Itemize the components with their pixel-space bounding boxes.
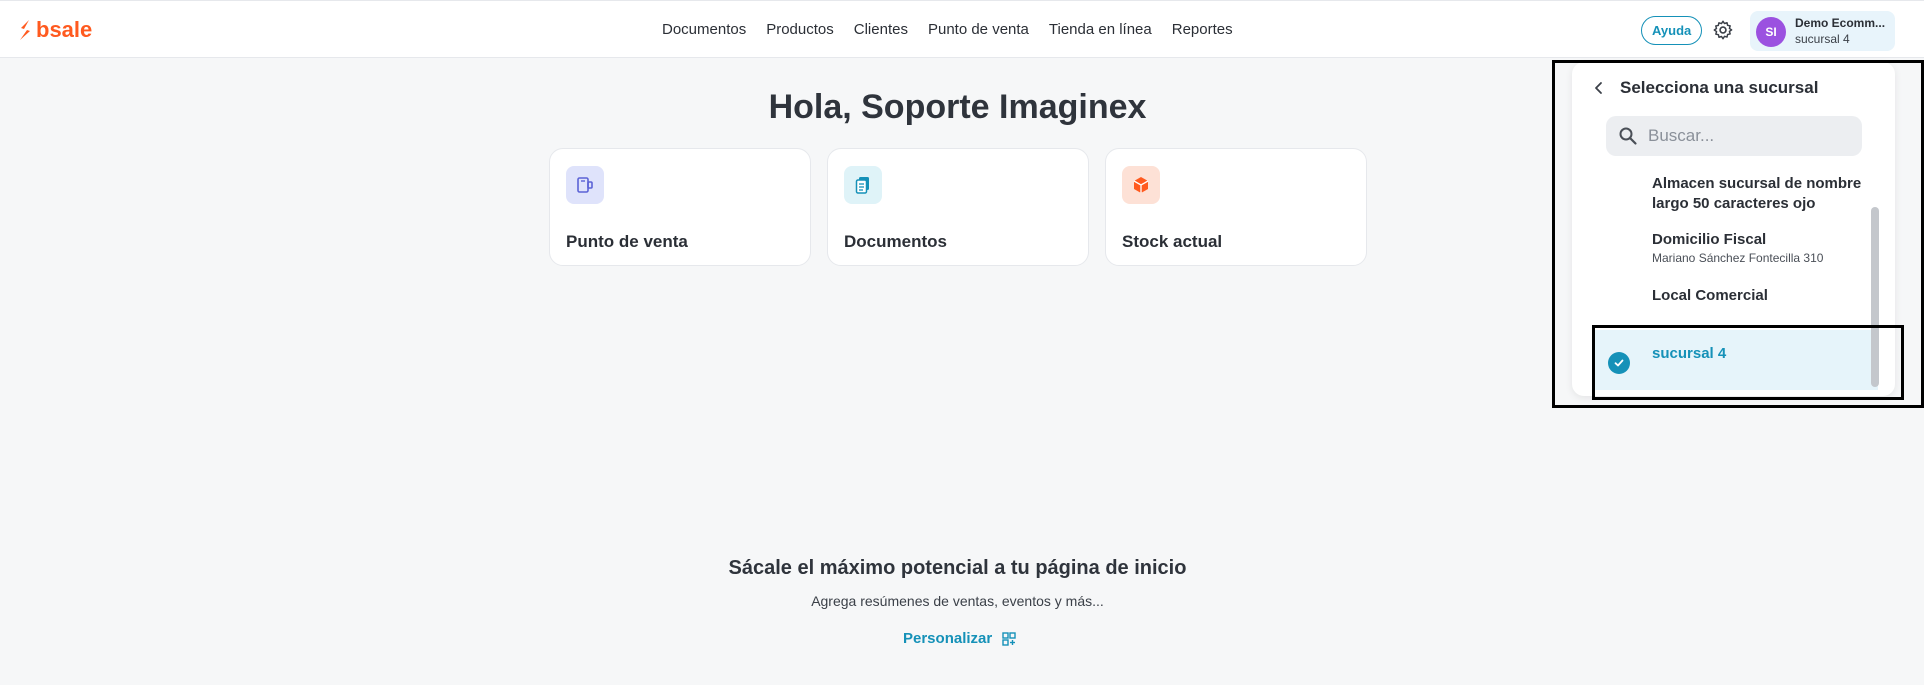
card-label: Punto de venta [566, 232, 688, 251]
promo-subtitle: Agrega resúmenes de ventas, eventos y má… [811, 593, 1104, 609]
nav-productos[interactable]: Productos [766, 21, 834, 38]
avatar: SI [1756, 17, 1786, 47]
document-icon [844, 166, 882, 204]
personalizar-label: Personalizar [903, 630, 993, 647]
help-button[interactable]: Ayuda [1641, 16, 1703, 45]
card-punto-de-venta[interactable]: Punto de venta [549, 148, 811, 266]
nav-clientes[interactable]: Clientes [854, 21, 908, 38]
card-documentos[interactable]: Documentos [827, 148, 1089, 266]
grid-add-icon [1002, 631, 1016, 646]
bsale-logo[interactable]: bsale [18, 17, 92, 43]
selected-item-highlight-frame [1592, 325, 1904, 400]
top-header: bsale Documentos Productos Clientes Punt… [0, 0, 1924, 58]
nav-punto-de-venta[interactable]: Punto de venta [928, 21, 1029, 38]
logo-text: bsale [36, 17, 93, 42]
promo-title: Sácale el máximo potencial a tu página d… [728, 557, 1187, 579]
nav-reportes[interactable]: Reportes [1172, 21, 1233, 38]
gear-icon[interactable] [1712, 19, 1734, 41]
pos-icon [566, 166, 604, 204]
personalizar-link[interactable]: Personalizar [903, 630, 1016, 647]
card-label: Documentos [844, 232, 947, 251]
main-nav: Documentos Productos Clientes Punto de v… [662, 21, 1233, 38]
card-stock-actual[interactable]: Stock actual [1105, 148, 1367, 266]
account-branch: sucursal 4 [1795, 32, 1850, 46]
nav-documentos[interactable]: Documentos [662, 21, 746, 38]
bsale-logo-icon [20, 20, 30, 40]
nav-tienda-en-linea[interactable]: Tienda en línea [1049, 21, 1152, 38]
account-menu[interactable]: SI Demo Ecomm... sucursal 4 [1750, 11, 1895, 51]
box-icon [1122, 166, 1160, 204]
card-label: Stock actual [1122, 232, 1223, 251]
account-name: Demo Ecomm... [1795, 16, 1886, 30]
